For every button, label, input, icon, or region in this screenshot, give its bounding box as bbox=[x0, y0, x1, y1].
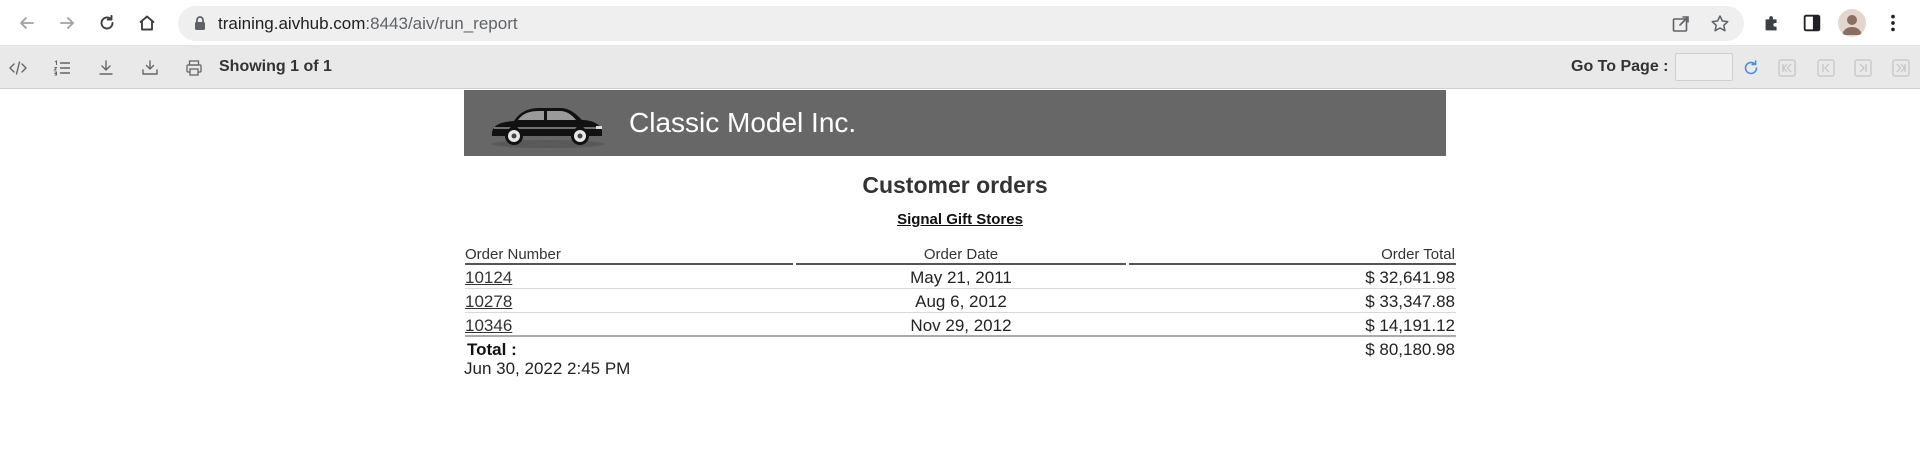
code-icon bbox=[9, 61, 27, 75]
order-total-cell: $ 32,641.98 bbox=[1365, 268, 1455, 287]
url-host: training.aivhub.com bbox=[218, 14, 366, 33]
download-button[interactable] bbox=[95, 57, 117, 79]
goto-page-input[interactable] bbox=[1675, 53, 1733, 81]
parameters-button[interactable] bbox=[51, 57, 73, 79]
company-name: Classic Model Inc. bbox=[629, 107, 857, 138]
orders-table: Order Number Order Date Order Total 1012… bbox=[465, 246, 1456, 359]
total-label: Total : bbox=[467, 340, 517, 359]
report-title: Customer orders bbox=[862, 172, 1048, 198]
print-button[interactable] bbox=[183, 57, 205, 79]
customer-name: Signal Gift Stores bbox=[464, 211, 1456, 228]
download-icon bbox=[99, 60, 113, 75]
next-page-button[interactable] bbox=[1852, 57, 1874, 79]
url-path: :8443/aiv/run_report bbox=[365, 14, 518, 33]
side-panel-icon bbox=[1803, 14, 1821, 32]
table-row: 10346 Nov 29, 2012 $ 14,191.12 bbox=[465, 313, 1456, 337]
side-panel-button[interactable] bbox=[1800, 11, 1824, 35]
order-number-link[interactable]: 10346 bbox=[465, 316, 512, 335]
column-header-order-number: Order Number bbox=[465, 246, 793, 265]
bookmark-star-icon[interactable] bbox=[1709, 13, 1731, 35]
column-header-order-date: Order Date bbox=[796, 246, 1126, 265]
refresh-button[interactable] bbox=[1740, 57, 1762, 79]
order-number-cell: 10124 bbox=[465, 268, 512, 288]
back-button[interactable] bbox=[11, 7, 43, 39]
user-avatar-icon bbox=[1842, 15, 1862, 35]
arrow-left-icon bbox=[20, 17, 34, 29]
numbered-list-icon bbox=[53, 60, 70, 76]
home-icon bbox=[139, 15, 155, 31]
classic-car-logo bbox=[492, 108, 604, 148]
address-bar[interactable]: training.aivhub.com:8443/aiv/run_report bbox=[178, 6, 1744, 41]
first-page-button[interactable] bbox=[1776, 57, 1798, 79]
first-page-icon bbox=[1778, 59, 1796, 77]
table-row: 10278 Aug 6, 2012 $ 33,347.88 bbox=[465, 289, 1456, 313]
last-page-button[interactable] bbox=[1890, 57, 1912, 79]
order-number-cell: 10278 bbox=[465, 292, 512, 312]
report-toolbar: Showing 1 of 1 Go To Page : bbox=[0, 46, 1920, 89]
refresh-icon bbox=[1744, 60, 1758, 75]
customer-name-text: Signal Gift Stores bbox=[897, 211, 1023, 228]
report-banner: Classic Model Inc. bbox=[464, 90, 1446, 156]
lock-icon[interactable] bbox=[192, 15, 208, 31]
last-page-icon bbox=[1892, 59, 1910, 77]
order-date-cell: Nov 29, 2012 bbox=[910, 316, 1012, 335]
arrow-right-icon bbox=[60, 17, 74, 29]
forward-button[interactable] bbox=[51, 7, 83, 39]
total-row: Total : $ 80,180.98 bbox=[465, 337, 1456, 359]
home-button[interactable] bbox=[131, 7, 163, 39]
reload-button[interactable] bbox=[91, 7, 123, 39]
order-total-cell: $ 14,191.12 bbox=[1365, 316, 1455, 335]
puzzle-icon bbox=[1765, 16, 1777, 31]
column-header-order-total: Order Total bbox=[1129, 246, 1456, 265]
url-text[interactable]: training.aivhub.com:8443/aiv/run_report bbox=[218, 14, 518, 34]
next-page-icon bbox=[1854, 59, 1872, 77]
reload-icon bbox=[100, 14, 114, 30]
page-count-text: Showing 1 of 1 bbox=[219, 58, 332, 75]
table-header-row: Order Number Order Date Order Total bbox=[465, 246, 1456, 265]
profile-avatar[interactable] bbox=[1838, 9, 1866, 37]
share-icon[interactable] bbox=[1670, 13, 1692, 35]
previous-page-icon bbox=[1817, 59, 1835, 77]
browser-menu-button[interactable] bbox=[1881, 11, 1905, 35]
order-number-link[interactable]: 10278 bbox=[465, 292, 512, 311]
order-date-cell: May 21, 2011 bbox=[910, 268, 1012, 287]
view-source-button[interactable] bbox=[7, 57, 29, 79]
order-number-link[interactable]: 10124 bbox=[465, 268, 512, 287]
save-tray-icon bbox=[142, 60, 158, 75]
generated-timestamp: Jun 30, 2022 2:45 PM bbox=[464, 359, 631, 378]
export-button[interactable] bbox=[139, 57, 161, 79]
goto-page-label: Go To Page : bbox=[1571, 58, 1669, 75]
order-date-cell: Aug 6, 2012 bbox=[915, 292, 1007, 311]
previous-page-button[interactable] bbox=[1815, 57, 1837, 79]
browser-toolbar: training.aivhub.com:8443/aiv/run_report bbox=[0, 0, 1920, 46]
order-total-cell: $ 33,347.88 bbox=[1365, 292, 1455, 311]
table-row: 10124 May 21, 2011 $ 32,641.98 bbox=[465, 265, 1456, 289]
order-number-cell: 10346 bbox=[465, 316, 512, 336]
kebab-menu-icon bbox=[1891, 14, 1895, 32]
extensions-button[interactable] bbox=[1760, 11, 1784, 35]
printer-icon bbox=[186, 60, 202, 76]
total-value: $ 80,180.98 bbox=[1365, 340, 1455, 359]
